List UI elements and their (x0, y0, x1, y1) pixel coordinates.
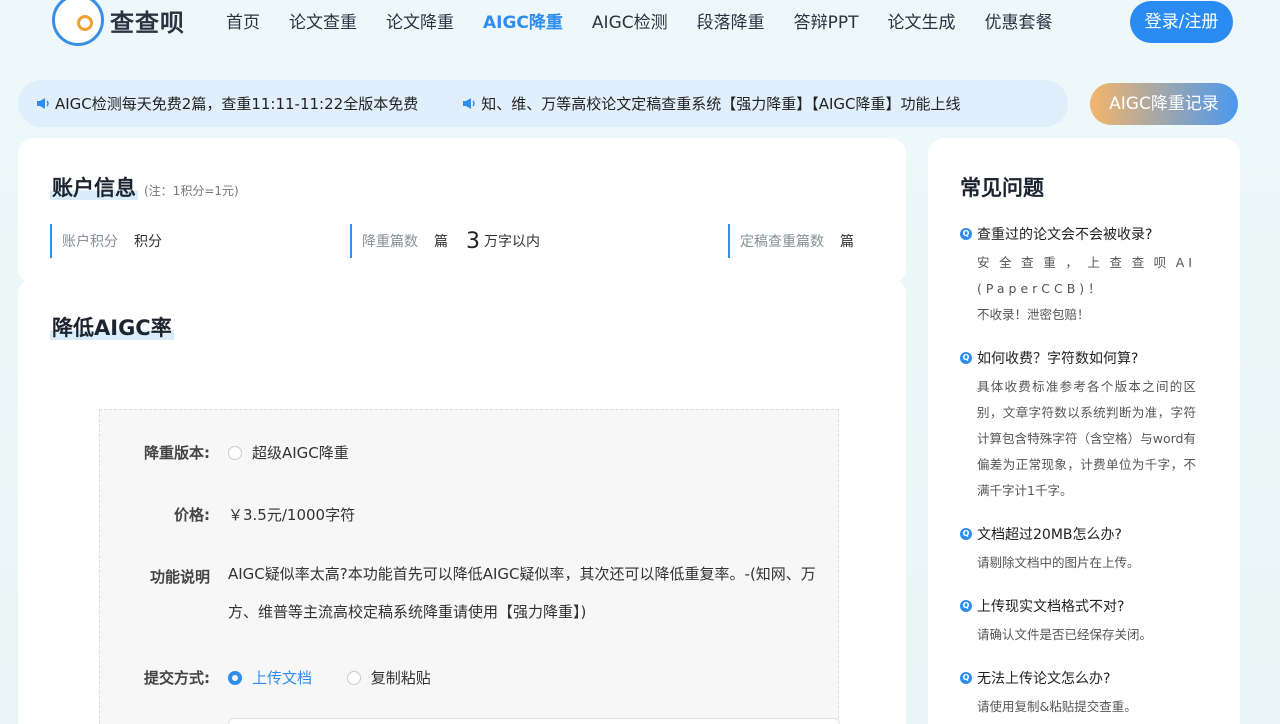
version-label: 降重版本: (144, 444, 210, 462)
radio-selected-icon (228, 670, 242, 685)
main-title-wrap: 降低AIGC率 (50, 312, 174, 342)
nav-packages[interactable]: 优惠套餐 (985, 10, 1053, 36)
faq-question-text: 查重过的论文会不会被收录? (977, 227, 1153, 243)
faq-answer: 请使用复制&粘贴提交查重。 (977, 699, 1137, 714)
faq-answer: 具体收费标准参考各个版本之间的区别，文章字符数以系统判断为准，字符计算包含特殊字… (977, 379, 1196, 498)
faq-item: Q 上传现实文档格式不对? 请确认文件是否已经保存关闭。 (960, 596, 1196, 648)
speaker-icon (463, 98, 475, 109)
faq-answer: 请剔除文档中的图片在上传。 (977, 555, 1140, 570)
faq-item: Q 无法上传论文怎么办? 请使用复制&粘贴提交查重。 (960, 668, 1196, 720)
version-row: 降重版本: 超级AIGC降重 (100, 442, 349, 463)
faq-question[interactable]: Q 查重过的论文会不会被收录? (960, 224, 1196, 244)
submit-paste-option[interactable]: 复制粘贴 (346, 667, 431, 688)
aigc-reduce-card: 降低AIGC率 降重版本: 超级AIGC降重 价格: ￥3.5元/1000字符 … (18, 278, 906, 724)
stat-final: 定稿查重篇数 篇 (728, 224, 854, 258)
login-register-button[interactable]: 登录/注册 (1130, 1, 1233, 43)
faq-question[interactable]: Q 无法上传论文怎么办? (960, 668, 1196, 688)
function-row: 功能说明 AIGC疑似率太高?本功能首先可以降低AIGC疑似率，其次还可以降低重… (100, 565, 828, 631)
stat-reduce-suffix: 万字以内 (484, 234, 540, 250)
question-icon: Q (960, 528, 972, 540)
price-label: 价格: (174, 506, 210, 524)
dog-logo-icon (52, 0, 104, 46)
aigc-record-button[interactable]: AIGC降重记录 (1090, 83, 1238, 125)
faq-card: 常见问题 Q 查重过的论文会不会被收录? 安全查重，上查查呗AI (PaperCC… (928, 138, 1240, 724)
brand-name: 查查呗 (110, 8, 185, 37)
question-icon: Q (960, 228, 972, 240)
radio-icon (228, 446, 242, 460)
submit-row: 提交方式: 上传文档 复制粘贴 (100, 667, 461, 689)
nav-paper-reduce[interactable]: 论文降重 (386, 10, 454, 36)
faq-answer: 请确认文件是否已经保存关闭。 (977, 627, 1153, 642)
notice-item: 知、维、万等高校论文定稿查重系统【强力降重】【AIGC降重】功能上线 (462, 93, 961, 114)
faq-question[interactable]: Q 上传现实文档格式不对? (960, 596, 1196, 616)
stat-reduce: 降重篇数 篇 3 万字以内 (350, 224, 540, 258)
nav-defense-ppt[interactable]: 答辩PPT (794, 10, 859, 36)
nav-home[interactable]: 首页 (226, 10, 260, 36)
price-row: 价格: ￥3.5元/1000字符 (100, 504, 355, 525)
submit-label: 提交方式: (144, 669, 210, 687)
stat-points-label: 账户积分 (62, 234, 118, 250)
faq-question[interactable]: Q 文档超过20MB怎么办? (960, 524, 1196, 544)
faq-question-text: 文档超过20MB怎么办? (977, 527, 1122, 543)
stat-final-label: 定稿查重篇数 (740, 234, 824, 250)
upload-area[interactable] (228, 718, 840, 724)
nav-paragraph-reduce[interactable]: 段落降重 (697, 10, 765, 36)
points-note: (注：1积分=1元) (144, 184, 239, 198)
faq-answer-extra: 不收录！泄密包赔！ (977, 307, 1090, 322)
account-card: 账户信息 (注：1积分=1元) 账户积分 积分 降重篇数 篇 3 万字以内 定稿查… (18, 138, 906, 284)
version-option[interactable]: 超级AIGC降重 (228, 442, 349, 463)
speaker-icon (37, 98, 49, 109)
account-title-wrap: 账户信息 (注：1积分=1元) (50, 172, 239, 202)
faq-question-text: 如何收费？字符数如何算? (977, 351, 1139, 367)
main-nav: 首页 论文查重 论文降重 AIGC降重 AIGC检测 段落降重 答辩PPT 论文… (226, 10, 1082, 36)
header: 查查呗 首页 论文查重 论文降重 AIGC降重 AIGC检测 段落降重 答辩PP… (0, 0, 1280, 60)
notice-text: 知、维、万等高校论文定稿查重系统【强力降重】【AIGC降重】功能上线 (481, 95, 961, 113)
submit-upload-option[interactable]: 上传文档 (228, 667, 312, 688)
faq-title: 常见问题 (960, 176, 1044, 200)
price-value: ￥3.5元/1000字符 (228, 506, 356, 524)
question-icon: Q (960, 352, 972, 364)
stat-points-unit: 积分 (134, 234, 162, 250)
function-label: 功能说明 (149, 568, 210, 586)
faq-item: Q 查重过的论文会不会被收录? 安全查重，上查查呗AI (PaperCCB)！ 不… (960, 224, 1196, 328)
logo[interactable]: 查查呗 (52, 0, 185, 46)
version-option-label: 超级AIGC降重 (252, 444, 349, 462)
stat-reduce-count: 3 (466, 228, 480, 254)
question-icon: Q (960, 672, 972, 684)
submit-options: 上传文档 复制粘贴 (228, 667, 461, 689)
nav-paper-check[interactable]: 论文查重 (289, 10, 357, 36)
main-title: 降低AIGC率 (50, 316, 174, 340)
faq-item: Q 文档超过20MB怎么办? 请剔除文档中的图片在上传。 (960, 524, 1196, 576)
nav-aigc-detect[interactable]: AIGC检测 (592, 10, 668, 36)
nav-aigc-reduce[interactable]: AIGC降重 (483, 10, 563, 36)
function-description: AIGC疑似率太高?本功能首先可以降低AIGC疑似率，其次还可以降低重复率。-(… (228, 565, 816, 621)
reduce-form: 降重版本: 超级AIGC降重 价格: ￥3.5元/1000字符 功能说明 AIG… (99, 409, 840, 724)
notice-item: AIGC检测每天免费2篇，查重11:11-11:22全版本免费 (36, 93, 418, 114)
question-icon: Q (960, 600, 972, 612)
faq-title-wrap: 常见问题 (960, 172, 1044, 202)
stat-reduce-unit: 篇 (434, 234, 448, 250)
notice-text: AIGC检测每天免费2篇，查重11:11-11:22全版本免费 (55, 95, 419, 113)
submit-upload-label: 上传文档 (252, 669, 313, 687)
faq-answer: 安全查重，上查查呗AI (PaperCCB)！ (977, 255, 1196, 296)
faq-question[interactable]: Q 如何收费？字符数如何算? (960, 348, 1196, 368)
faq-item: Q 如何收费？字符数如何算? 具体收费标准参考各个版本之间的区别，文章字符数以系统… (960, 348, 1196, 504)
account-title: 账户信息 (50, 176, 138, 200)
notice-bar: AIGC检测每天免费2篇，查重11:11-11:22全版本免费 知、维、万等高校… (18, 80, 1068, 127)
stat-reduce-label: 降重篇数 (362, 234, 418, 250)
nav-paper-generate[interactable]: 论文生成 (888, 10, 956, 36)
stat-points: 账户积分 积分 (50, 224, 162, 258)
faq-question-text: 无法上传论文怎么办? (977, 671, 1111, 687)
submit-paste-label: 复制粘贴 (370, 669, 431, 687)
radio-icon (346, 670, 361, 685)
faq-question-text: 上传现实文档格式不对? (977, 599, 1125, 615)
stat-final-unit: 篇 (840, 234, 854, 250)
faq-list: Q 查重过的论文会不会被收录? 安全查重，上查查呗AI (PaperCCB)！ 不… (960, 224, 1196, 724)
